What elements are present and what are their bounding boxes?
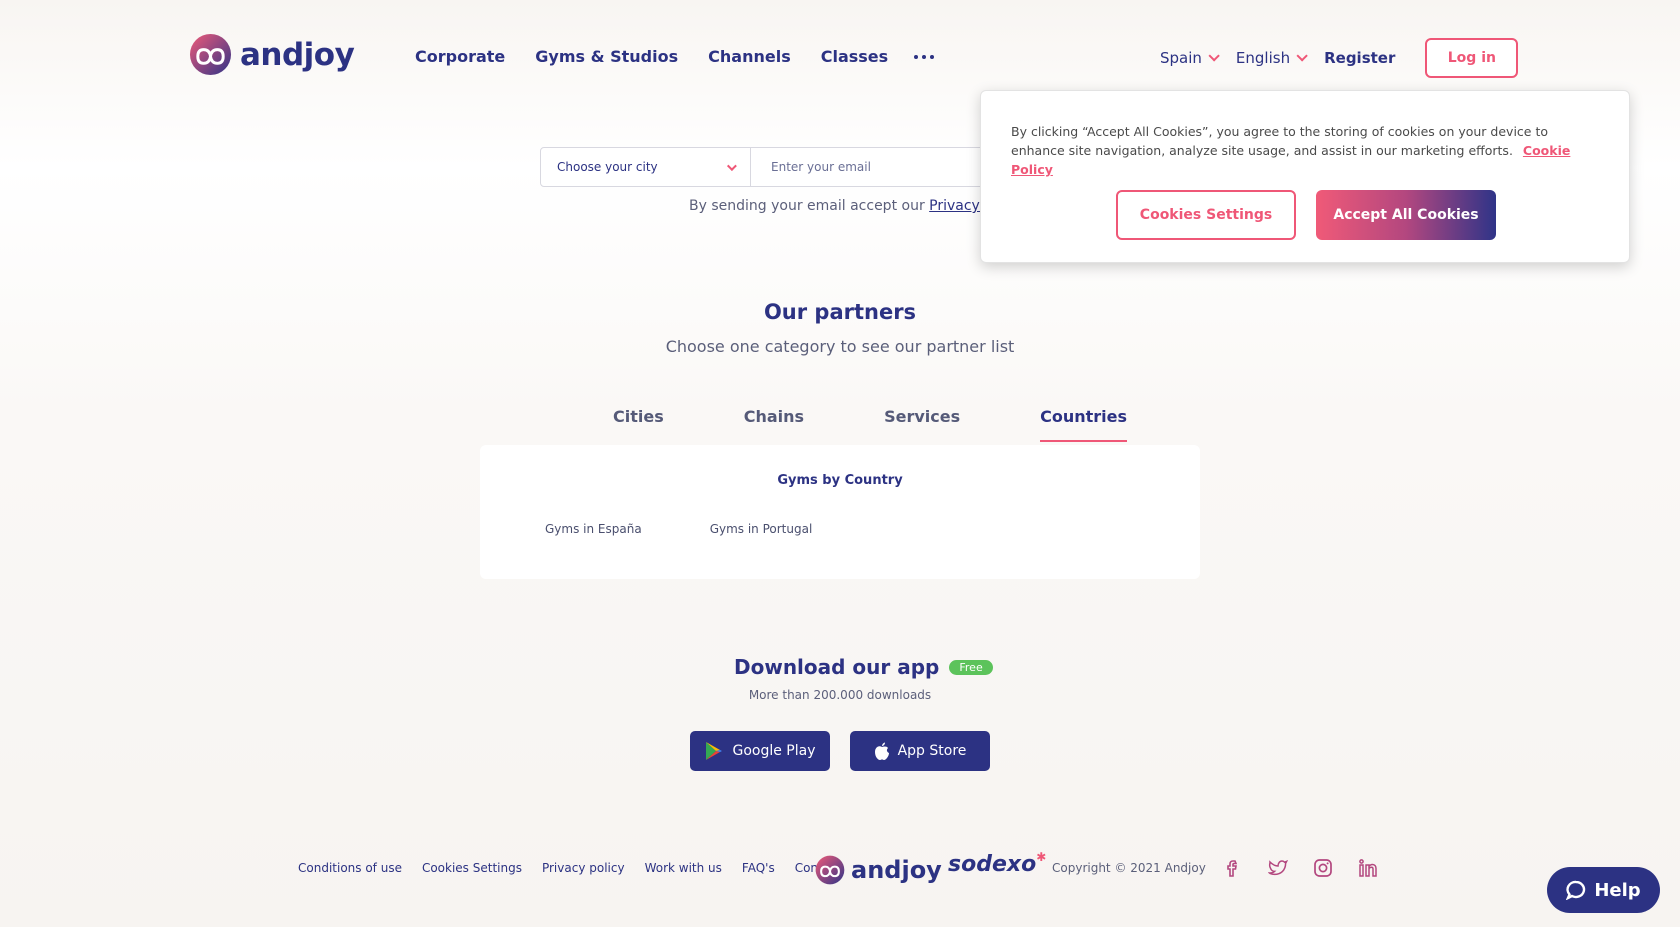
footer-privacy[interactable]: Privacy policy	[542, 861, 625, 875]
tab-chains[interactable]: Chains	[744, 407, 804, 442]
main-nav: Corporate Gyms & Studios Channels Classe…	[415, 47, 935, 66]
download-title-text: Download our app	[734, 655, 940, 679]
facebook-icon[interactable]	[1223, 858, 1243, 878]
tab-cities[interactable]: Cities	[613, 407, 664, 442]
cookies-settings-button[interactable]: Cookies Settings	[1116, 190, 1296, 240]
partners-panel: Gyms by Country Gyms in España Gyms in P…	[480, 445, 1200, 579]
country-links: Gyms in España Gyms in Portugal	[545, 522, 812, 536]
google-play-icon	[706, 742, 723, 760]
more-menu-icon[interactable]	[914, 54, 935, 59]
tab-services[interactable]: Services	[884, 407, 960, 442]
footer-faqs[interactable]: FAQ's	[742, 861, 775, 875]
linkedin-icon[interactable]	[1358, 858, 1378, 878]
brand-name: andjoy	[240, 36, 355, 73]
cookie-banner: By clicking “Accept All Cookies”, you ag…	[980, 90, 1630, 263]
country-dropdown[interactable]: Spain	[1160, 49, 1220, 67]
star-icon: ✱	[1036, 850, 1047, 864]
privacy-note: By sending your email accept our Privacy…	[689, 198, 1017, 214]
email-input[interactable]	[751, 148, 1009, 186]
sodexo-name: sodexo	[948, 852, 1037, 877]
partners-title: Our partners	[763, 300, 917, 324]
footer-links: Conditions of use Cookies Settings Priva…	[298, 861, 841, 875]
partner-tabs: Cities Chains Services Countries	[613, 407, 1128, 442]
free-badge: Free	[949, 659, 993, 675]
download-subtitle: More than 200.000 downloads	[748, 688, 932, 702]
city-select[interactable]: Choose your city	[541, 148, 751, 186]
tab-countries[interactable]: Countries	[1040, 407, 1128, 442]
andjoy-logo-icon	[815, 855, 845, 885]
register-link[interactable]: Register	[1324, 49, 1395, 67]
social-links	[1223, 858, 1378, 878]
brand-logo[interactable]: andjoy	[189, 33, 355, 76]
chevron-down-icon	[1208, 50, 1220, 62]
sodexo-logo: sodexo✱	[948, 850, 1047, 877]
footer-brand-name: andjoy	[851, 856, 942, 884]
google-play-button[interactable]: Google Play	[690, 731, 830, 771]
help-chat-icon	[1566, 880, 1586, 900]
footer-cookies-settings[interactable]: Cookies Settings	[422, 861, 522, 875]
app-store-label: App Store	[897, 743, 967, 759]
header-actions: Spain English Register Log in	[1160, 38, 1519, 78]
chevron-down-icon	[726, 160, 737, 171]
language-dropdown[interactable]: English	[1235, 49, 1308, 67]
nav-gyms-studios[interactable]: Gyms & Studios	[535, 47, 678, 66]
app-store-button[interactable]: App Store	[850, 731, 990, 771]
privacy-prefix: By sending your email accept our	[689, 198, 925, 214]
panel-title: Gyms by Country	[777, 473, 903, 488]
country-label: Spain	[1160, 49, 1202, 67]
nav-classes[interactable]: Classes	[821, 47, 888, 66]
nav-corporate[interactable]: Corporate	[415, 47, 505, 66]
help-label: Help	[1594, 879, 1641, 901]
cookie-text-block: By clicking “Accept All Cookies”, you ag…	[1011, 122, 1601, 179]
city-select-label: Choose your city	[557, 160, 658, 174]
footer-conditions[interactable]: Conditions of use	[298, 861, 402, 875]
footer-work[interactable]: Work with us	[645, 861, 722, 875]
partners-subtitle: Choose one category to see our partner l…	[665, 337, 1015, 356]
download-title: Download our app Free	[734, 655, 993, 679]
instagram-icon[interactable]	[1313, 858, 1333, 878]
accept-all-cookies-button[interactable]: Accept All Cookies	[1316, 190, 1496, 240]
signup-form: Choose your city	[540, 147, 1010, 187]
google-play-label: Google Play	[732, 743, 816, 759]
language-label: English	[1235, 49, 1291, 67]
cookie-text: By clicking “Accept All Cookies”, you ag…	[1011, 124, 1548, 158]
copyright: Copyright © 2021 Andjoy	[1052, 861, 1206, 875]
help-button[interactable]: Help	[1547, 867, 1660, 913]
link-gyms-espana[interactable]: Gyms in España	[545, 522, 642, 536]
footer-brand-logo: andjoy	[815, 855, 942, 885]
chevron-down-icon	[1296, 50, 1308, 62]
link-gyms-portugal[interactable]: Gyms in Portugal	[710, 522, 813, 536]
nav-channels[interactable]: Channels	[708, 47, 791, 66]
twitter-icon[interactable]	[1268, 858, 1288, 878]
apple-icon	[874, 742, 889, 760]
andjoy-logo-icon	[189, 33, 232, 76]
login-button[interactable]: Log in	[1425, 38, 1519, 78]
